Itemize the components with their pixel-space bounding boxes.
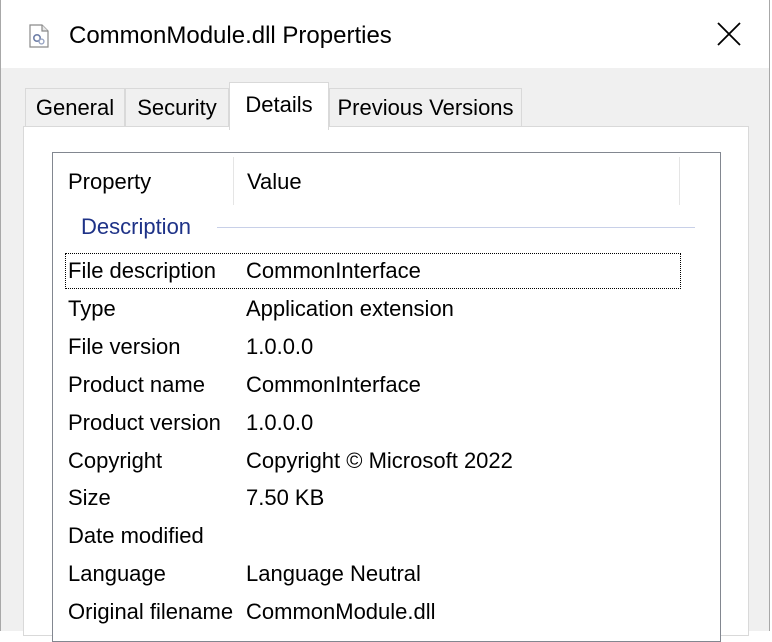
column-header-label: Property bbox=[68, 169, 152, 194]
property-name: Product name bbox=[68, 372, 205, 397]
property-value: Application extension bbox=[246, 296, 454, 321]
property-value: 1.0.0.0 bbox=[246, 334, 314, 359]
dll-file-icon bbox=[28, 24, 50, 48]
list-row-product-name[interactable]: Product name CommonInterface bbox=[65, 367, 681, 403]
group-header-description: Description bbox=[81, 214, 192, 239]
column-header-property[interactable]: Property bbox=[53, 153, 234, 207]
group-divider bbox=[217, 227, 695, 228]
tab-label: Security bbox=[137, 95, 217, 120]
tab-security[interactable]: Security bbox=[125, 88, 229, 126]
tab-previous-versions[interactable]: Previous Versions bbox=[329, 88, 522, 126]
property-name: Product version bbox=[68, 410, 221, 435]
column-header-value[interactable]: Value bbox=[234, 153, 680, 207]
property-name: File version bbox=[68, 334, 181, 359]
column-header-label: Value bbox=[247, 169, 302, 194]
close-button[interactable] bbox=[701, 14, 757, 58]
tab-label: General bbox=[35, 95, 115, 120]
column-divider[interactable] bbox=[679, 157, 680, 205]
list-row-file-version[interactable]: File version 1.0.0.0 bbox=[65, 329, 681, 365]
details-list[interactable]: Property Value Description File descript… bbox=[52, 152, 721, 642]
list-row-language[interactable]: Language Language Neutral bbox=[65, 556, 681, 592]
property-value: CommonInterface bbox=[246, 258, 421, 283]
list-row-date-modified[interactable]: Date modified bbox=[65, 518, 681, 554]
property-name: Date modified bbox=[68, 523, 204, 548]
tab-details[interactable]: Details bbox=[229, 82, 329, 130]
tab-label: Details bbox=[245, 92, 313, 117]
property-value: 1.0.0.0 bbox=[246, 410, 314, 435]
title-bar[interactable]: CommonModule.dll Properties bbox=[1, 0, 769, 68]
list-row-size[interactable]: Size 7.50 KB bbox=[65, 480, 681, 516]
property-name: Size bbox=[68, 485, 111, 510]
tab-label: Previous Versions bbox=[337, 95, 514, 120]
property-name: Language bbox=[68, 561, 166, 586]
property-value: Language Neutral bbox=[246, 561, 421, 586]
close-icon bbox=[717, 21, 741, 51]
window-title: CommonModule.dll Properties bbox=[69, 22, 392, 49]
tab-general[interactable]: General bbox=[25, 88, 125, 126]
property-value: Copyright © Microsoft 2022 bbox=[246, 448, 513, 473]
list-row-original-filename[interactable]: Original filename CommonModule.dll bbox=[65, 594, 681, 630]
property-name: Copyright bbox=[68, 448, 163, 473]
properties-window: CommonModule.dll Properties General Secu… bbox=[0, 0, 770, 642]
property-value: 7.50 KB bbox=[246, 485, 325, 510]
list-row-copyright[interactable]: Copyright Copyright © Microsoft 2022 bbox=[65, 443, 681, 479]
property-name: Original filename bbox=[68, 599, 234, 624]
list-row-product-version[interactable]: Product version 1.0.0.0 bbox=[65, 405, 681, 441]
list-row-file-description[interactable]: File description CommonInterface bbox=[65, 253, 681, 289]
property-name: Type bbox=[68, 296, 116, 321]
property-value: CommonInterface bbox=[246, 372, 421, 397]
list-row-type[interactable]: Type Application extension bbox=[65, 291, 681, 327]
property-value: CommonModule.dll bbox=[246, 599, 436, 624]
property-name: File description bbox=[68, 258, 216, 283]
